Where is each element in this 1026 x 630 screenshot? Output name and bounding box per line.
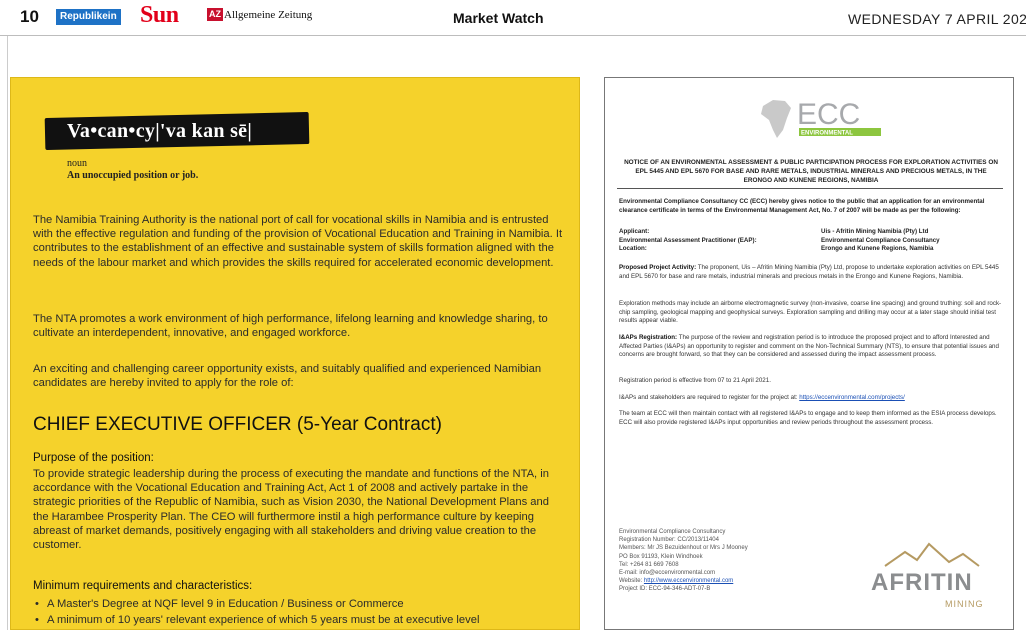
issue-date: WEDNESDAY 7 APRIL 202 bbox=[848, 11, 1026, 27]
az-logo-text: Allgemeine Zeitung bbox=[224, 8, 313, 21]
notice-intro: Environmental Compliance Consultancy CC … bbox=[619, 198, 985, 214]
ecc-logo: ECC ENVIRONMENTAL bbox=[761, 98, 881, 138]
page-number: 10 bbox=[20, 7, 39, 26]
closing-paragraph: The team at ECC will then maintain conta… bbox=[619, 410, 997, 426]
africa-map-icon bbox=[761, 100, 791, 138]
contact-footer: Environmental Compliance Consultancy Reg… bbox=[619, 528, 748, 594]
nta-environment-paragraph: The NTA promotes a work environment of h… bbox=[33, 313, 548, 340]
republikein-logo: Republikein bbox=[56, 9, 121, 25]
notice-title: NOTICE OF AN ENVIRONMENTAL ASSESSMENT & … bbox=[624, 159, 998, 184]
location-label: Location: bbox=[619, 245, 647, 253]
requirement-item: A minimum of 10 years' relevant experien… bbox=[33, 612, 573, 628]
website-link[interactable]: http://www.eccenvironmental.com bbox=[644, 578, 733, 584]
az-logo: AZ Allgemeine Zeitung bbox=[207, 8, 312, 21]
ecc-logo-text: ECC bbox=[797, 98, 860, 131]
footer-line: PO Box 91193, Klein Windhoek bbox=[619, 553, 703, 560]
registration-info: I&APs Registration: The purpose of the r… bbox=[619, 334, 1003, 360]
nta-vacancy-ad: Va•can•cy|'va kan sē| noun An unoccupied… bbox=[10, 77, 580, 630]
vacancy-headline: Va•can•cy|'va kan sē| bbox=[67, 120, 253, 142]
requirements-heading: Minimum requirements and characteristics… bbox=[33, 580, 253, 592]
requirement-item: A Master's Degree at NQF level 9 in Educ… bbox=[33, 596, 573, 612]
purpose-text: To provide strategic leadership during t… bbox=[33, 468, 549, 552]
footer-website: Website: http://www.eccenvironmental.com bbox=[619, 577, 748, 585]
requirements-list: A Master's Degree at NQF level 9 in Educ… bbox=[33, 596, 573, 628]
project-id: Project ID: ECC-94-346-ADT-07-B bbox=[619, 586, 711, 593]
eap-value: Environmental Compliance Consultancy bbox=[821, 236, 940, 244]
location-value: Erongo and Kunene Regions, Namibia bbox=[821, 245, 934, 253]
registration-label: I&APs Registration: bbox=[619, 334, 678, 341]
purpose-heading: Purpose of the position: bbox=[33, 452, 154, 464]
register-text: I&APs and stakeholders are required to r… bbox=[619, 394, 798, 401]
footer-line: Environmental Compliance Consultancy bbox=[619, 529, 726, 535]
applicant-value: Uis - Afritin Mining Namibia (Pty) Ltd bbox=[821, 228, 929, 235]
project-activity: Proposed Project Activity: The proponent… bbox=[619, 264, 1003, 281]
mountain-icon bbox=[884, 542, 980, 567]
applicant-label: Applicant: bbox=[619, 228, 650, 235]
exploration-methods: Exploration methods may include an airbo… bbox=[619, 300, 1002, 325]
afritin-subtitle: MINING bbox=[945, 599, 984, 609]
az-badge: AZ bbox=[207, 8, 223, 21]
ecc-public-notice: ECC ENVIRONMENTAL NOTICE OF AN ENVIRONME… bbox=[604, 77, 1014, 630]
vacancy-part-of-speech: noun bbox=[67, 158, 87, 169]
section-title: Market Watch bbox=[453, 10, 544, 26]
website-label: Website: bbox=[619, 578, 643, 585]
eap-label: Environmental Assessment Practitioner (E… bbox=[619, 236, 757, 244]
footer-line: Tel: +264 81 669 7608 bbox=[619, 561, 679, 568]
nta-intro-paragraph: The Namibia Training Authority is the na… bbox=[33, 214, 563, 269]
register-instruction: I&APs and stakeholders are required to r… bbox=[619, 394, 1003, 403]
position-title: CHIEF EXECUTIVE OFFICER (5-Year Contract… bbox=[33, 414, 442, 435]
afritin-name: AFRITIN bbox=[871, 569, 973, 596]
footer-line: E-mail: info@eccenvironmental.com bbox=[619, 570, 716, 577]
page-header: 10 Republikein Sun AZ Allgemeine Zeitung… bbox=[0, 0, 1026, 36]
project-activity-label: Proposed Project Activity: bbox=[619, 264, 697, 271]
nta-invitation-paragraph: An exciting and challenging career oppor… bbox=[33, 363, 542, 390]
registration-period: Registration period is effective from 07… bbox=[619, 377, 771, 384]
vacancy-definition: An unoccupied position or job. bbox=[67, 170, 199, 181]
page-left-margin bbox=[0, 36, 8, 630]
divider bbox=[617, 188, 1003, 189]
register-link[interactable]: https://eccenvironmental.com/projects/ bbox=[799, 394, 905, 401]
ecc-logo-sub: ENVIRONMENTAL bbox=[801, 131, 853, 137]
sun-logo: Sun bbox=[140, 2, 179, 28]
footer-line: Registration Number: CC/2013/11404 bbox=[619, 537, 719, 544]
footer-line: Members: Mr JS Bezuidenhout or Mrs J Moo… bbox=[619, 545, 748, 552]
